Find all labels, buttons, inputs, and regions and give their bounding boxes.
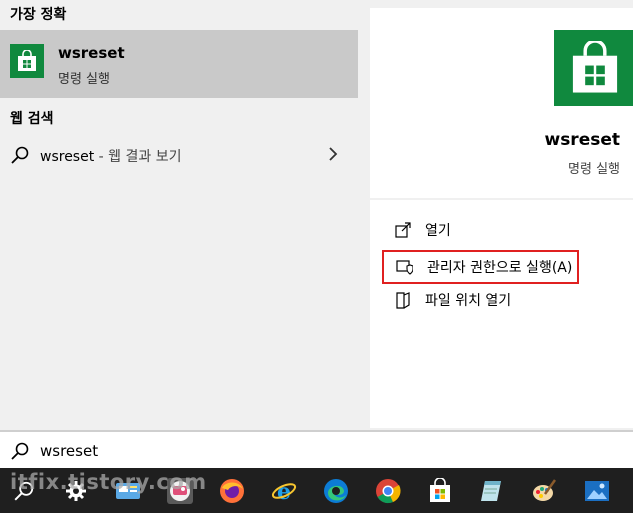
folder-icon [396,291,410,309]
best-match-header: 가장 정확 [10,7,67,23]
photo-app-icon[interactable] [158,472,202,510]
web-result-query: wsreset [40,149,95,165]
app-detail-card: wsreset 명령 실행 [370,8,633,198]
detail-pane: wsreset 명령 실행 열기 관리자 권한으로 실행(A) 파일 위치 열기 [358,0,633,428]
best-match-subtitle: 명령 실행 [58,72,110,87]
open-file-location-action[interactable]: 파일 위치 열기 [395,285,511,315]
svg-text:e: e [277,479,291,504]
best-match-title: wsreset [58,44,125,62]
web-search-header: 웹 검색 [10,111,54,127]
results-pane: 가장 정확 wsreset 명령 실행 웹 검색 wsreset - 웹 결과 … [0,0,358,428]
action-list: 열기 관리자 권한으로 실행(A) 파일 위치 열기 [370,200,633,428]
open-label: 열기 [425,223,451,239]
search-icon [10,441,30,465]
app-detail-subtitle: 명령 실행 [568,162,620,177]
open-file-location-label: 파일 위치 열기 [425,293,512,309]
open-action[interactable]: 열기 [395,215,451,245]
web-search-result[interactable]: wsreset - 웹 결과 보기 [0,138,358,174]
chevron-right-icon[interactable] [328,146,338,165]
chrome-icon[interactable] [366,472,410,510]
search-box[interactable]: wsreset [0,430,633,468]
run-as-admin-label: 관리자 권한으로 실행(A) [427,260,573,276]
shield-icon [396,260,413,275]
notepad-icon[interactable] [470,472,514,510]
best-match-item[interactable]: wsreset 명령 실행 [0,30,358,98]
taskbar: e [0,468,633,513]
paint-icon[interactable] [522,472,566,510]
search-input[interactable]: wsreset [40,442,98,460]
store-icon-large [554,30,633,106]
store-icon [10,44,44,78]
store-icon[interactable] [418,472,462,510]
run-as-admin-action[interactable]: 관리자 권한으로 실행(A) [382,250,580,284]
web-result-suffix: - 웹 결과 보기 [94,149,182,165]
search-icon [10,145,30,169]
taskbar-search-icon[interactable] [2,472,46,510]
settings-icon[interactable] [54,472,98,510]
internet-explorer-icon[interactable]: e [262,472,306,510]
firefox-icon[interactable] [210,472,254,510]
app-detail-title: wsreset [544,130,620,150]
photos-icon[interactable] [575,472,619,510]
control-panel-icon[interactable] [106,472,150,510]
open-icon [395,222,411,238]
edge-icon[interactable] [314,472,358,510]
